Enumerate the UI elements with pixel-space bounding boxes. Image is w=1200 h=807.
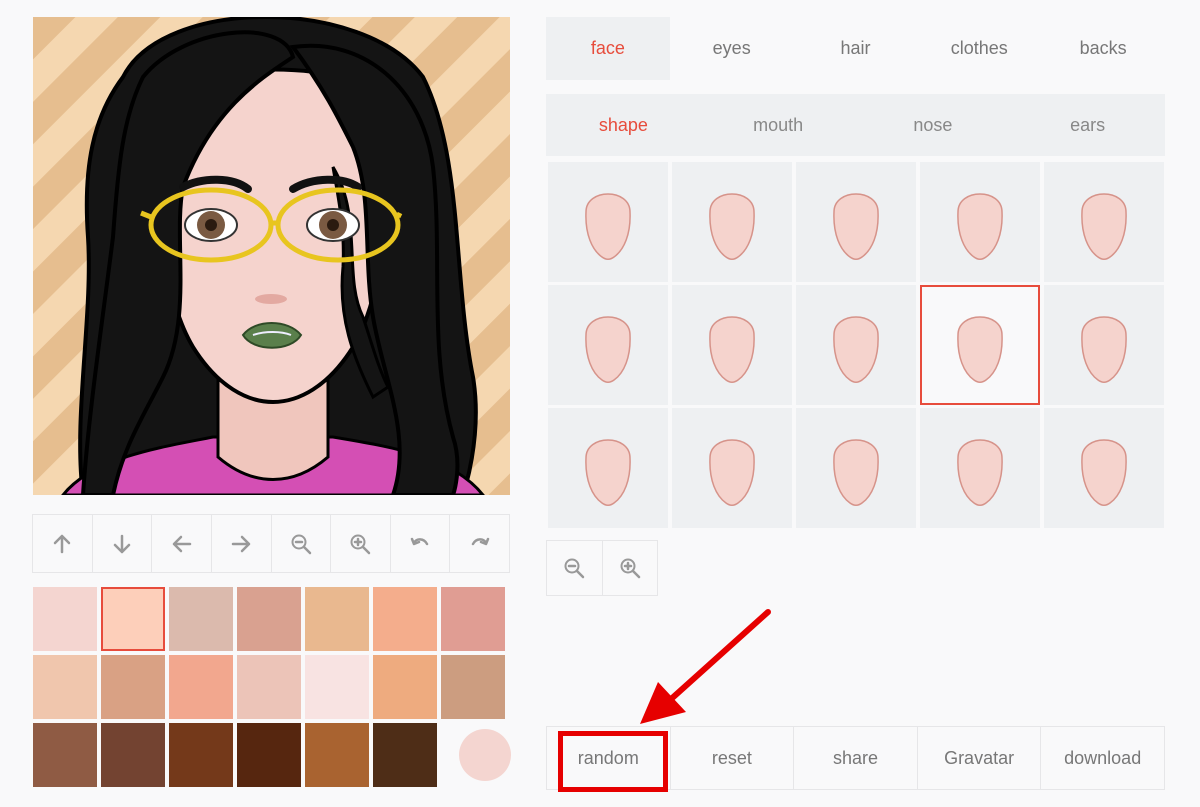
face-shape-option[interactable] [672,162,792,282]
grid-zoom-controls [546,540,658,596]
color-swatch[interactable] [237,655,301,719]
face-shape-option[interactable] [1044,408,1164,528]
color-swatch[interactable] [169,723,233,787]
tab-eyes[interactable]: eyes [670,17,794,80]
color-swatch[interactable] [305,723,369,787]
category-tabs: face eyes hair clothes backs [546,17,1165,80]
color-swatch[interactable] [101,723,165,787]
color-swatch[interactable] [101,655,165,719]
face-shape-option[interactable] [672,408,792,528]
color-swatch[interactable] [305,655,369,719]
color-swatch[interactable] [33,655,97,719]
move-down-button[interactable] [93,515,153,572]
tab-face[interactable]: face [546,17,670,80]
face-shape-grid [546,160,1165,528]
color-swatch[interactable] [237,723,301,787]
face-shape-icon [833,439,879,506]
subtab-ears[interactable]: ears [1010,94,1165,156]
grid-zoom-in-button[interactable] [603,541,658,595]
arrow-down-icon [113,534,131,553]
face-shape-option[interactable] [548,408,668,528]
face-shape-option[interactable] [796,408,916,528]
rotate-right-icon [471,537,489,545]
arrow-left-icon [172,535,191,552]
color-swatch[interactable] [101,587,165,651]
subcategory-tabs: shape mouth nose ears [546,94,1165,156]
download-button[interactable]: download [1041,727,1164,789]
move-left-button[interactable] [152,515,212,572]
face-shape-icon [1081,316,1127,383]
skin-color-palette [33,587,511,791]
face-shape-option[interactable] [548,285,668,405]
color-swatch[interactable] [237,587,301,651]
face-shape-option[interactable] [920,285,1040,405]
arrow-up-icon [54,534,71,553]
color-swatch[interactable] [33,587,97,651]
color-swatch[interactable] [373,587,437,651]
face-shape-option[interactable] [1044,162,1164,282]
grid-zoom-out-button[interactable] [547,541,603,595]
face-shape-icon [1081,193,1127,260]
zoom-out-icon [291,534,312,554]
zoom-in-icon [620,558,640,579]
color-swatch[interactable] [169,655,233,719]
subtab-nose[interactable]: nose [856,94,1011,156]
rotate-left-icon [410,537,429,545]
face-shape-option[interactable] [796,162,916,282]
face-shape-icon [957,193,1003,260]
subtab-shape[interactable]: shape [546,94,701,156]
face-shape-option[interactable] [796,285,916,405]
zoom-in-icon [350,534,371,554]
zoom-in-button[interactable] [331,515,391,572]
face-shape-icon [957,439,1003,506]
face-shape-icon [833,316,879,383]
transform-toolbar [32,514,510,573]
face-shape-option[interactable] [1044,285,1164,405]
face-shape-icon [1081,439,1127,506]
random-button[interactable]: random [547,727,671,789]
face-shape-icon [833,193,879,260]
arrow-right-icon [231,535,251,552]
tab-hair[interactable]: hair [794,17,918,80]
move-right-button[interactable] [212,515,272,572]
face-shape-icon [957,316,1003,383]
rotate-left-button[interactable] [391,515,451,572]
face-shape-icon [709,439,755,506]
face-shape-icon [709,193,755,260]
face-shape-option[interactable] [920,408,1040,528]
face-shape-option[interactable] [920,162,1040,282]
action-bar: random reset share Gravatar download [546,726,1165,790]
face-shape-icon [585,439,631,506]
face-shape-icon [585,193,631,260]
share-button[interactable]: share [794,727,918,789]
move-up-button[interactable] [33,515,93,572]
color-swatch[interactable] [33,723,97,787]
tab-clothes[interactable]: clothes [917,17,1041,80]
avatar-preview [33,17,510,495]
face-shape-option[interactable] [672,285,792,405]
annotation-arrow [640,609,771,724]
color-swatch[interactable] [373,655,437,719]
subtab-mouth[interactable]: mouth [701,94,856,156]
color-swatch[interactable] [441,587,505,651]
tab-backs[interactable]: backs [1041,17,1165,80]
color-swatch[interactable] [373,723,437,787]
face-shape-icon [709,316,755,383]
zoom-out-icon [564,558,585,579]
color-swatch[interactable] [169,587,233,651]
color-swatch[interactable] [441,655,505,719]
face-shape-option[interactable] [548,162,668,282]
color-swatch[interactable] [305,587,369,651]
rotate-right-button[interactable] [450,515,509,572]
reset-button[interactable]: reset [671,727,795,789]
gravatar-button[interactable]: Gravatar [918,727,1042,789]
color-swatch[interactable] [459,729,511,781]
zoom-out-button[interactable] [272,515,332,572]
face-shape-icon [585,316,631,383]
